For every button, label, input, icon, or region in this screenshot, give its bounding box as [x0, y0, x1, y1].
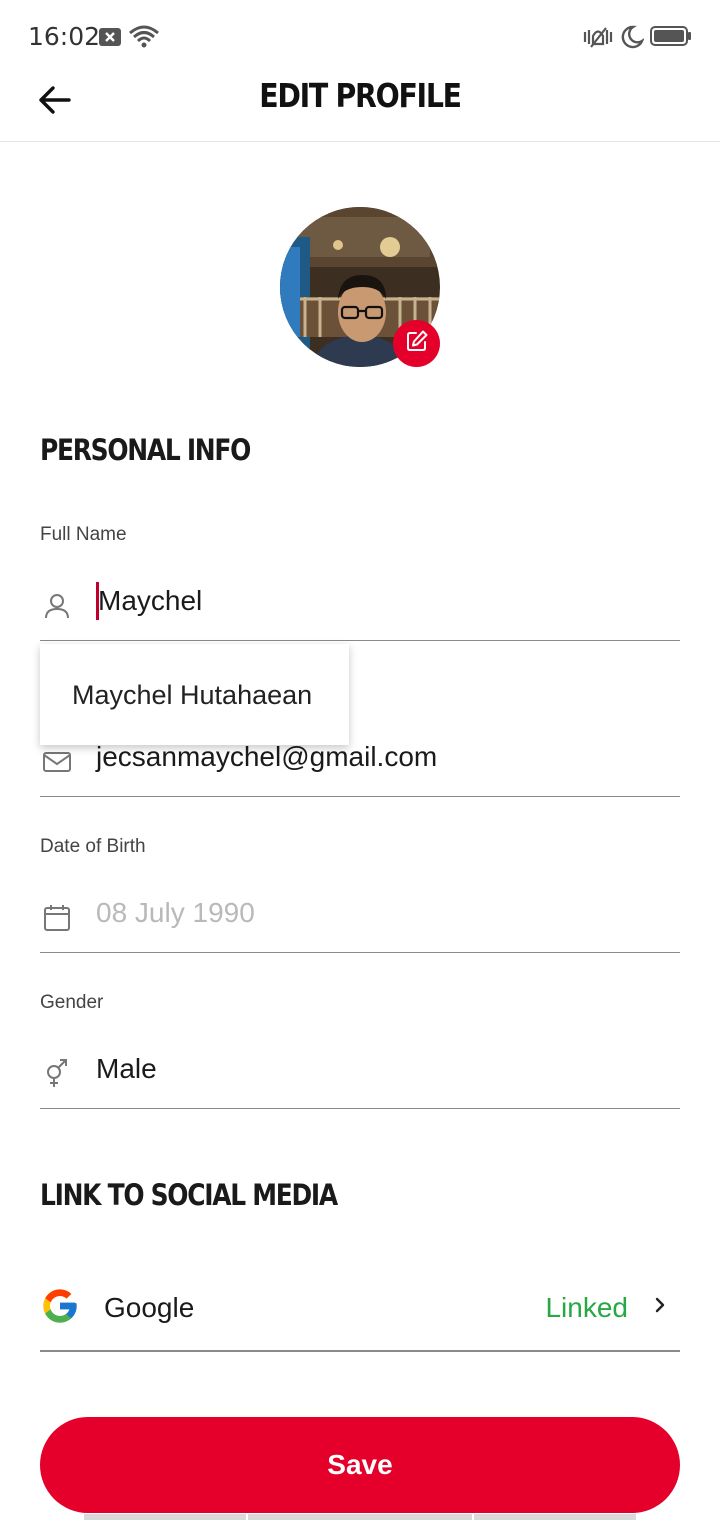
full-name-field[interactable]: Maychel — [40, 569, 680, 641]
full-name-label: Full Name — [40, 524, 127, 545]
notification-x-icon — [98, 27, 122, 52]
edit-icon — [405, 329, 429, 358]
save-button[interactable]: Save — [40, 1417, 680, 1513]
autocomplete-suggestion[interactable]: Maychel Hutahaean — [72, 680, 312, 711]
gender-select[interactable]: Male — [96, 1053, 656, 1085]
social-name-google: Google — [104, 1292, 195, 1323]
chevron-right-icon — [648, 1292, 672, 1318]
battery-icon — [650, 25, 692, 52]
social-status-badge: Linked — [545, 1292, 628, 1323]
status-bar: 16:02 — [0, 0, 720, 72]
status-time: 16:02 — [28, 22, 101, 51]
nav-bar-segment — [84, 1514, 246, 1520]
edit-avatar-button[interactable] — [393, 320, 440, 367]
autocomplete-dropdown[interactable]: Maychel Hutahaean — [40, 644, 349, 745]
google-icon — [40, 1286, 80, 1326]
email-input[interactable]: jecsanmaychel@gmail.com — [96, 741, 656, 773]
date-of-birth-input[interactable]: 08 July 1990 — [96, 897, 656, 929]
wifi-icon — [128, 24, 160, 55]
app-bar: EDIT PROFILE — [0, 72, 720, 142]
gender-field[interactable]: Male — [40, 1037, 680, 1109]
mail-icon — [42, 747, 72, 777]
gender-label: Gender — [40, 992, 104, 1013]
nav-bar-segment — [474, 1514, 636, 1520]
user-icon — [42, 591, 72, 621]
date-of-birth-label: Date of Birth — [40, 836, 146, 857]
full-name-input[interactable]: Maychel — [98, 585, 658, 617]
gender-icon — [42, 1059, 72, 1089]
date-of-birth-field[interactable]: 08 July 1990 — [40, 881, 680, 953]
moon-icon — [620, 24, 645, 55]
social-media-title: LINK TO SOCIAL MEDIA — [40, 1178, 338, 1212]
personal-info-title: PERSONAL INFO — [40, 433, 251, 467]
calendar-icon — [42, 903, 72, 933]
page-title: EDIT PROFILE — [259, 76, 462, 115]
google-link-row[interactable]: Google Linked — [40, 1262, 680, 1352]
nav-bar-segment — [248, 1514, 472, 1520]
vibrate-icon — [582, 24, 614, 55]
